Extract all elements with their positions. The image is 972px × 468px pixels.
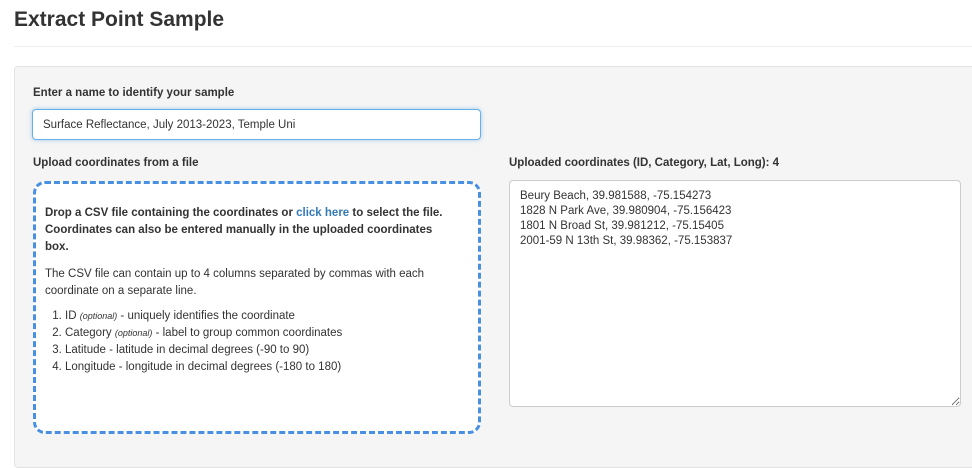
optional-tag: (optional) <box>79 311 118 321</box>
list-item: Category (optional) - label to group com… <box>65 325 455 342</box>
column-description: - uniquely identifies the coordinate <box>117 310 295 322</box>
column-name: Longitude <box>65 361 116 373</box>
coordinates-textarea[interactable]: Beury Beach, 39.981588, -75.154273 1828 … <box>509 180 961 407</box>
list-item: Latitude - latitude in decimal degrees (… <box>65 342 455 359</box>
drop-instructions-start: Drop a CSV file containing the coordinat… <box>45 207 297 219</box>
column-description: - label to group common coordinates <box>152 327 343 339</box>
column-description: - longitude in decimal degrees (-180 to … <box>115 361 342 373</box>
column-name: ID <box>65 310 77 322</box>
csv-column-list: ID (optional) - uniquely identifies the … <box>45 308 455 376</box>
click-here-link[interactable]: click here <box>296 207 349 219</box>
coordinates-label: Uploaded coordinates (ID, Category, Lat,… <box>509 157 780 169</box>
page-title: Extract Point Sample <box>14 8 225 31</box>
upload-label: Upload coordinates from a file <box>33 157 199 169</box>
sample-name-label: Enter a name to identify your sample <box>33 87 235 99</box>
column-name: Category <box>65 327 112 339</box>
csv-format-description: The CSV file can contain up to 4 columns… <box>45 268 425 297</box>
column-description: - latitude in decimal degrees (-90 to 90… <box>105 344 310 356</box>
drop-instructions: Drop a CSV file containing the coordinat… <box>45 205 455 256</box>
list-item: Longitude - longitude in decimal degrees… <box>65 359 455 376</box>
csv-drop-zone[interactable]: Drop a CSV file containing the coordinat… <box>33 181 481 434</box>
sample-name-input[interactable] <box>32 109 481 140</box>
column-name: Latitude <box>65 344 106 356</box>
list-item: ID (optional) - uniquely identifies the … <box>65 308 455 325</box>
optional-tag: (optional) <box>114 328 153 338</box>
title-divider <box>14 46 972 47</box>
